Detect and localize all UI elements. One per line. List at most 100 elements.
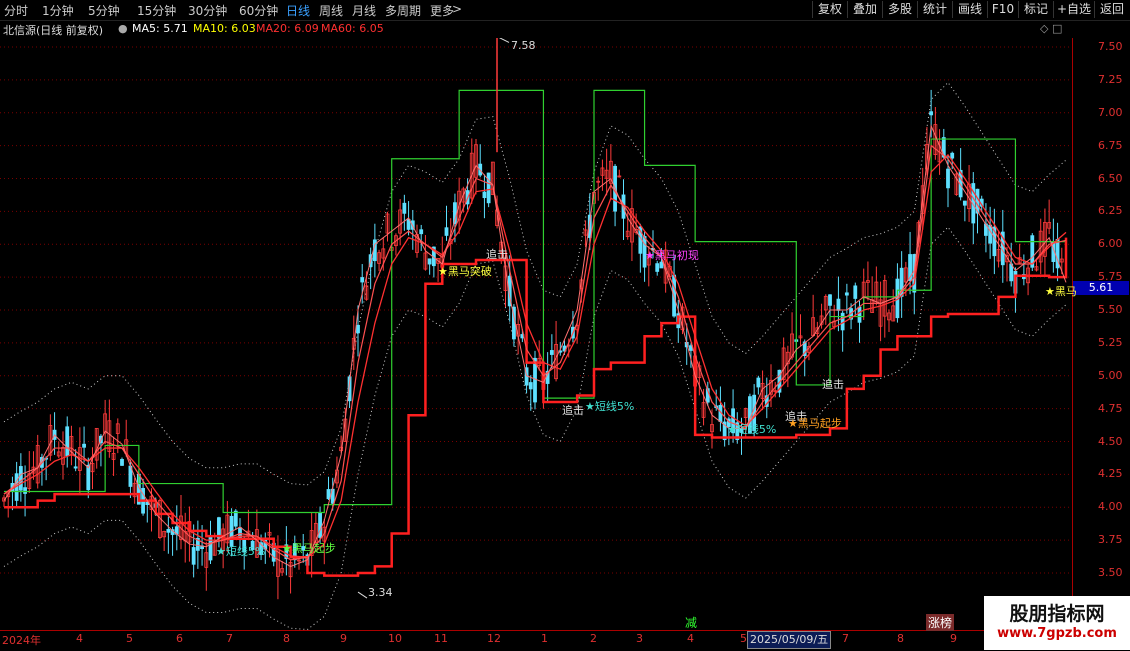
candle-body	[402, 202, 407, 214]
signal-label: ★黑马突破	[438, 265, 492, 278]
candle-body	[929, 111, 934, 116]
period-tab-weekly[interactable]: 周线	[319, 2, 343, 19]
candle-body	[82, 443, 86, 448]
price-tick-label: 7.00	[1098, 105, 1123, 119]
candle-body	[486, 172, 491, 204]
upper-envelope-line	[3, 81, 1067, 486]
price-tick-label: 5.50	[1098, 303, 1123, 316]
candle-body	[444, 227, 449, 236]
period-tab-daily[interactable]: 日线	[286, 2, 310, 19]
candle-body	[836, 298, 841, 311]
price-tick-label: 4.50	[1098, 434, 1123, 448]
period-tab-monthly[interactable]: 月线	[352, 2, 376, 19]
high-annotation: 7.58	[511, 39, 536, 52]
candle-body	[756, 377, 761, 388]
price-tick-label: 4.75	[1098, 401, 1123, 415]
watermark-title: 股朋指标网	[1009, 603, 1105, 625]
candle-body	[191, 547, 196, 565]
price-tick-label: 6.50	[1098, 171, 1123, 185]
signal-label: 追击	[822, 378, 844, 391]
period-tab-5min[interactable]: 5分钟	[88, 2, 120, 19]
date-axis-label: 7	[842, 632, 849, 645]
candlestick-chart[interactable]	[0, 38, 1072, 630]
price-tick-label: 4.00	[1098, 500, 1123, 514]
signal-label: 追击	[562, 404, 584, 417]
date-axis-label: 5	[126, 632, 133, 645]
price-tick-label: 7.50	[1098, 40, 1123, 53]
price-tick-label: 7.25	[1098, 72, 1123, 86]
ma5-line	[3, 123, 1067, 567]
event-reduce-label: 减	[685, 616, 698, 630]
signal-label: ★黑马	[1045, 285, 1077, 298]
candle-body	[482, 191, 487, 199]
candle-body	[356, 324, 360, 334]
candle-body	[950, 152, 955, 159]
high-pointer	[498, 38, 510, 43]
candle-body	[844, 292, 849, 296]
candle-body	[65, 426, 70, 457]
price-tick-label: 5.00	[1098, 368, 1123, 382]
low-annotation: 3.34	[368, 586, 393, 599]
period-tab-1min[interactable]: 1分钟	[42, 2, 74, 19]
signal-label: ★短线5%	[216, 545, 266, 558]
candle-body	[86, 464, 91, 491]
date-axis-label: 9	[950, 632, 957, 645]
lower-envelope-line	[3, 226, 1067, 630]
candle-body	[326, 489, 331, 500]
candle-body	[988, 224, 993, 244]
f10-button[interactable]: F10	[987, 1, 1018, 18]
period-tab-intraday[interactable]: 分时	[4, 2, 28, 19]
date-axis-label: 11	[434, 632, 448, 645]
date-axis-label: 3	[636, 632, 643, 645]
candle-body	[528, 382, 533, 390]
candle-body	[120, 458, 124, 466]
low-pointer	[357, 591, 368, 599]
date-axis-label: 4	[76, 632, 83, 645]
back-button[interactable]: 返回	[1094, 1, 1129, 18]
stock-title: 北信源(日线 前复权)	[3, 24, 104, 37]
ma5-label: MA5: 5.71	[132, 22, 188, 35]
signal-label: ★黑马初现	[645, 249, 699, 262]
date-axis-label: 9	[340, 632, 347, 645]
add-watchlist-button[interactable]: +自选	[1053, 1, 1094, 18]
date-axis	[0, 630, 1130, 651]
period-tab-30min[interactable]: 30分钟	[188, 2, 227, 19]
draw-line-button[interactable]: 画线	[952, 1, 987, 18]
candle-body	[853, 285, 858, 299]
date-axis-label: 5	[740, 632, 747, 645]
candle-body	[18, 466, 23, 491]
candle-body	[233, 510, 238, 527]
date-axis-label: 12	[487, 632, 501, 645]
candle-body	[857, 306, 862, 323]
settings-dot-icon[interactable]: ●	[118, 22, 128, 35]
window-controls-icon[interactable]: ◇ □	[1040, 22, 1062, 35]
price-tick-label: 3.50	[1098, 566, 1123, 579]
price-tick-label: 3.75	[1098, 533, 1123, 547]
price-tick-label: 4.25	[1098, 467, 1123, 481]
multi-stock-button[interactable]: 多股	[882, 1, 917, 18]
adjust-button[interactable]: 复权	[812, 1, 847, 18]
candle-body	[549, 350, 554, 355]
signal-label: ★短线5%	[727, 423, 777, 436]
signal-label: ★黑马起步	[282, 542, 336, 555]
chevron-right-icon[interactable]: >	[452, 2, 462, 16]
period-tab-multi[interactable]: 多周期	[385, 2, 421, 19]
date-axis-label: 8	[283, 632, 290, 645]
band-step-line	[4, 89, 1066, 514]
period-tab-60min[interactable]: 60分钟	[239, 2, 278, 19]
period-tab-more[interactable]: 更多	[430, 2, 454, 19]
statistics-button[interactable]: 统计	[917, 1, 952, 18]
candle-body	[655, 263, 660, 272]
price-tick-label: 6.75	[1098, 138, 1123, 152]
mark-button[interactable]: 标记	[1018, 1, 1053, 18]
candle-body	[427, 258, 432, 265]
candle-body	[962, 200, 967, 206]
watermark-url: www.7gpzb.com	[997, 626, 1117, 641]
overlay-button[interactable]: 叠加	[847, 1, 882, 18]
period-tab-15min[interactable]: 15分钟	[137, 2, 176, 19]
toolbar: 分时 1分钟 5分钟 15分钟 30分钟 60分钟 日线 周线 月线 多周期 更…	[0, 0, 1130, 21]
candle-body	[419, 229, 424, 235]
price-tick-label: 6.00	[1098, 237, 1123, 251]
candle-body	[166, 529, 171, 533]
candle-body	[828, 294, 832, 306]
